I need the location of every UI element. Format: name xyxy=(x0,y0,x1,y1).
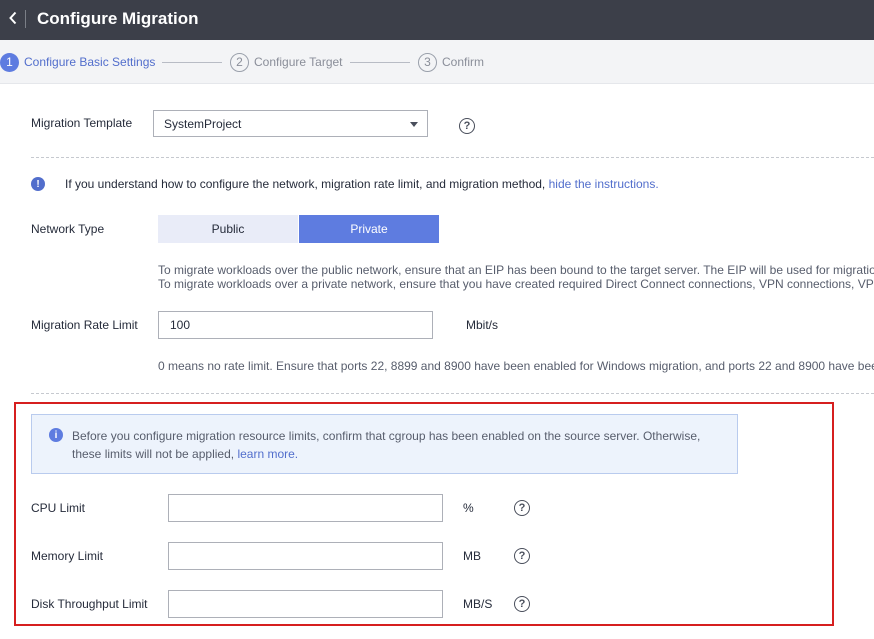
learn-more-link[interactable]: learn more. xyxy=(237,447,298,461)
step-2-number: 2 xyxy=(230,52,249,72)
step-3: 3 Confirm xyxy=(418,52,484,72)
step-connector xyxy=(350,62,410,63)
step-1-number: 1 xyxy=(0,52,19,72)
help-icon[interactable]: ? xyxy=(514,500,530,516)
resource-notice: i Before you configure migration resourc… xyxy=(31,414,738,474)
rate-limit-unit: Mbit/s xyxy=(466,318,499,332)
help-icon[interactable]: ? xyxy=(459,118,475,134)
network-public-option[interactable]: Public xyxy=(158,215,298,243)
cpu-limit-input[interactable] xyxy=(168,494,443,522)
step-3-label: Confirm xyxy=(442,55,485,69)
step-2-label: Configure Target xyxy=(254,55,343,69)
chevron-left-icon xyxy=(8,11,18,28)
memory-limit-input[interactable] xyxy=(168,542,443,570)
network-type-label: Network Type xyxy=(31,222,105,236)
disk-limit-input[interactable] xyxy=(168,590,443,618)
step-1: 1 Configure Basic Settings xyxy=(0,52,155,72)
help-icon[interactable]: ? xyxy=(514,548,530,564)
rate-limit-label: Migration Rate Limit xyxy=(31,318,138,332)
memory-limit-unit: MB xyxy=(463,549,481,563)
instructions-text: If you understand how to configure the n… xyxy=(65,177,546,191)
cpu-limit-label: CPU Limit xyxy=(31,501,86,515)
caret-down-icon xyxy=(410,122,418,127)
disk-limit-unit: MB/S xyxy=(463,597,493,611)
info-icon: i xyxy=(49,428,63,442)
memory-limit-label: Memory Limit xyxy=(31,549,104,563)
network-desc-public: To migrate workloads over the public net… xyxy=(158,263,874,277)
hide-instructions-link[interactable]: hide the instructions. xyxy=(549,177,659,191)
cpu-limit-unit: % xyxy=(463,501,474,515)
migration-template-select[interactable]: SystemProject xyxy=(153,110,428,137)
network-private-option[interactable]: Private xyxy=(299,215,439,243)
page-header: Configure Migration xyxy=(0,0,874,40)
help-icon[interactable]: ? xyxy=(514,596,530,612)
rate-limit-input[interactable]: 100 xyxy=(158,311,433,339)
disk-limit-label: Disk Throughput Limit xyxy=(31,597,148,611)
step-1-label: Configure Basic Settings xyxy=(24,55,156,69)
section-divider xyxy=(31,157,874,158)
back-button[interactable] xyxy=(4,8,22,30)
info-icon: ! xyxy=(31,177,45,191)
rate-limit-desc: 0 means no rate limit. Ensure that ports… xyxy=(158,359,874,373)
step-connector xyxy=(162,62,222,63)
step-2: 2 Configure Target xyxy=(230,52,343,72)
migration-template-label: Migration Template xyxy=(31,116,133,130)
resource-notice-text: Before you configure migration resource … xyxy=(72,427,732,463)
section-divider xyxy=(31,393,874,394)
network-desc-private: To migrate workloads over a private netw… xyxy=(158,277,874,291)
instructions-line: ! If you understand how to configure the… xyxy=(31,177,659,191)
header-divider xyxy=(25,10,26,28)
migration-template-value: SystemProject xyxy=(164,116,242,131)
step-bar: 1 Configure Basic Settings 2 Configure T… xyxy=(0,40,874,84)
page-title: Configure Migration xyxy=(37,9,199,28)
resource-notice-message: Before you configure migration resource … xyxy=(72,429,701,461)
step-3-number: 3 xyxy=(418,52,437,72)
